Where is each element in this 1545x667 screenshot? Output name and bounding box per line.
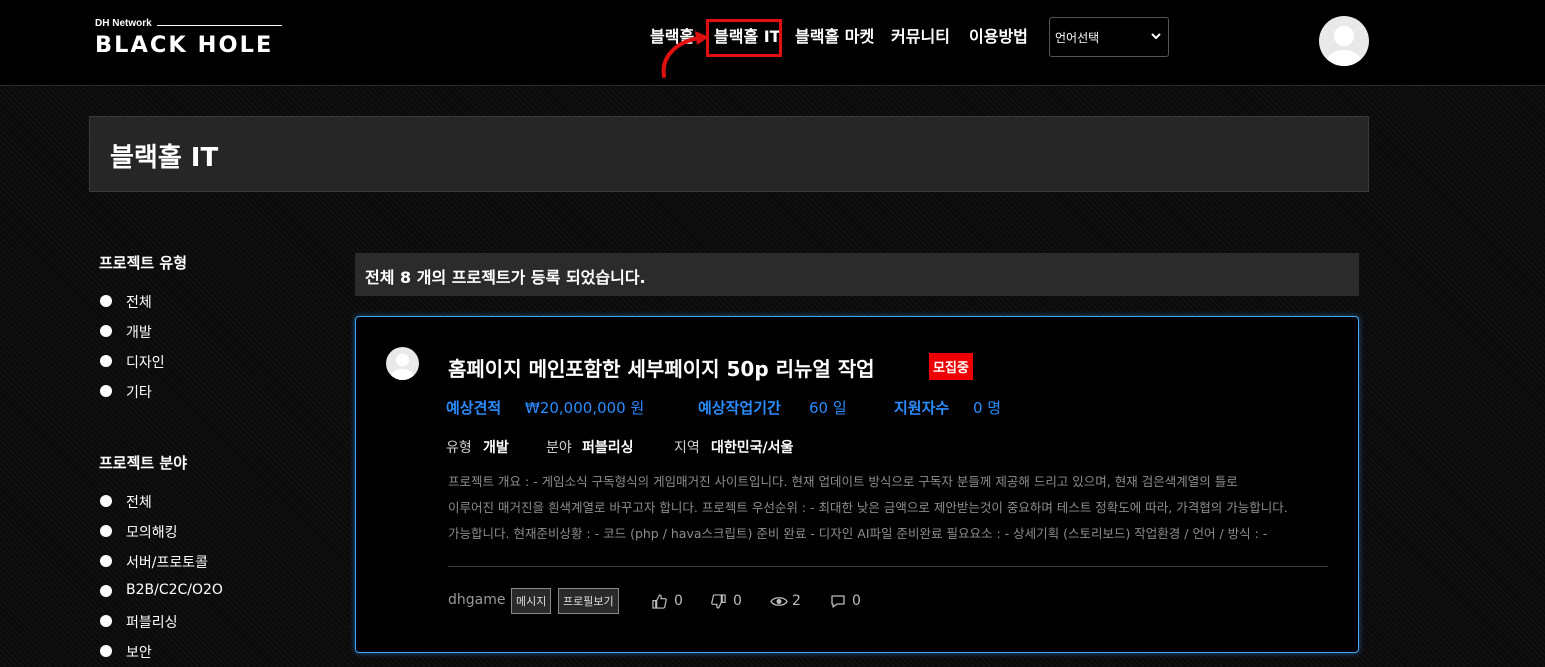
radio-icon	[100, 525, 112, 537]
radio-icon	[100, 295, 112, 307]
view-count: 2	[792, 593, 801, 609]
estimate-value: ₩20,000,000 원	[525, 399, 645, 417]
count-suffix: 개의 프로젝트가 등록 되었습니다.	[416, 268, 646, 287]
profile-button[interactable]: 프로필보기	[558, 588, 619, 614]
type-value: 개발	[483, 440, 509, 456]
project-title[interactable]: 홈페이지 메인포함한 세부페이지 50p 리뉴얼 작업	[448, 353, 875, 382]
message-button[interactable]: 메시지	[511, 588, 552, 614]
nav-item-how-to-use[interactable]: 이용방법	[969, 23, 1028, 47]
project-card[interactable]: 홈페이지 메인포함한 세부페이지 50p 리뉴얼 작업 모집중 예상견적 ₩20…	[355, 316, 1359, 653]
radio-icon	[100, 355, 112, 367]
radio-label: 개발	[126, 325, 152, 341]
radio-icon	[100, 385, 112, 397]
radio-label: 전체	[126, 295, 152, 311]
logo-network-text: DH Network	[95, 18, 152, 29]
chevron-down-icon	[1151, 33, 1161, 40]
radio-label: B2B/C2C/O2O	[126, 582, 223, 598]
language-select-value: 언어선택	[1055, 31, 1100, 45]
comment-icon	[831, 595, 845, 608]
radio-label: 전체	[126, 495, 152, 511]
nav-item-community[interactable]: 커뮤니티	[891, 23, 950, 47]
count-number: 8	[400, 268, 412, 287]
radio-label: 서버/프로토콜	[126, 555, 208, 571]
logo-brand-text: BLACK HOLE	[95, 33, 274, 58]
region-value: 대한민국/서울	[711, 440, 794, 456]
project-field-title: 프로젝트 분야	[99, 454, 188, 472]
type-label: 유형	[446, 440, 472, 456]
description-line: 이루어진 매거진을 흰색계열로 바꾸고자 합니다. 프로젝트 우선순위 : - …	[448, 500, 1288, 515]
radio-icon	[100, 645, 112, 657]
project-type-title: 프로젝트 유형	[99, 254, 188, 272]
author-name[interactable]: dhgame	[448, 592, 505, 608]
field-label: 분야	[546, 440, 572, 456]
description-line: 가능합니다. 현재준비상황 : - 코드 (php / hava스크립트) 준비…	[448, 526, 1268, 541]
thumbs-down-icon	[711, 594, 726, 609]
comment-count: 0	[852, 593, 861, 609]
radio-icon	[100, 325, 112, 337]
top-header: DH Network BLACK HOLE 블랙홀 블랙홀 IT 블랙홀 마켓 …	[0, 0, 1545, 86]
nav-item-blackhole-market[interactable]: 블랙홀 마켓	[795, 23, 874, 47]
estimate-label: 예상견적	[446, 399, 502, 417]
applicants-label: 지원자수	[894, 399, 950, 417]
count-prefix: 전체	[365, 268, 395, 287]
description-line: 프로젝트 개요 : - 게임소식 구독형식의 게임매거진 사이트입니다. 현재 …	[448, 474, 1238, 489]
project-count-bar: 전체 8 개의 프로젝트가 등록 되었습니다.	[355, 253, 1359, 296]
card-divider	[448, 566, 1328, 567]
nav-highlight-box	[706, 19, 782, 57]
region-label: 지역	[674, 440, 700, 456]
radio-icon	[100, 585, 112, 597]
radio-label: 퍼블리싱	[126, 615, 178, 631]
radio-icon	[100, 495, 112, 507]
period-label: 예상작업기간	[698, 399, 781, 417]
language-select[interactable]: 언어선택	[1049, 17, 1169, 57]
eye-icon	[770, 597, 788, 606]
curved-arrow-icon	[661, 31, 709, 78]
radio-label: 기타	[126, 385, 152, 401]
status-badge: 모집중	[929, 353, 973, 380]
field-value: 퍼블리싱	[582, 440, 634, 456]
project-description: 프로젝트 개요 : - 게임소식 구독형식의 게임매거진 사이트입니다. 현재 …	[448, 469, 1328, 547]
author-avatar-icon	[386, 347, 419, 380]
project-count-text: 전체 8 개의 프로젝트가 등록 되었습니다.	[365, 264, 646, 288]
applicants-value: 0 명	[973, 399, 1002, 417]
radio-icon	[100, 555, 112, 567]
radio-icon	[100, 615, 112, 627]
page-title: 블랙홀 IT	[110, 143, 219, 173]
dislike-count: 0	[733, 593, 742, 609]
period-value: 60 일	[809, 399, 847, 417]
radio-label: 보안	[126, 645, 152, 661]
radio-label: 모의해킹	[126, 525, 178, 541]
logo[interactable]: DH Network BLACK HOLE	[95, 18, 285, 58]
logo-divider-line	[157, 25, 282, 26]
page-title-box: 블랙홀 IT	[89, 116, 1369, 192]
radio-label: 디자인	[126, 355, 165, 371]
like-count: 0	[674, 593, 683, 609]
user-avatar-icon[interactable]	[1319, 16, 1369, 66]
thumbs-up-icon	[652, 594, 667, 609]
